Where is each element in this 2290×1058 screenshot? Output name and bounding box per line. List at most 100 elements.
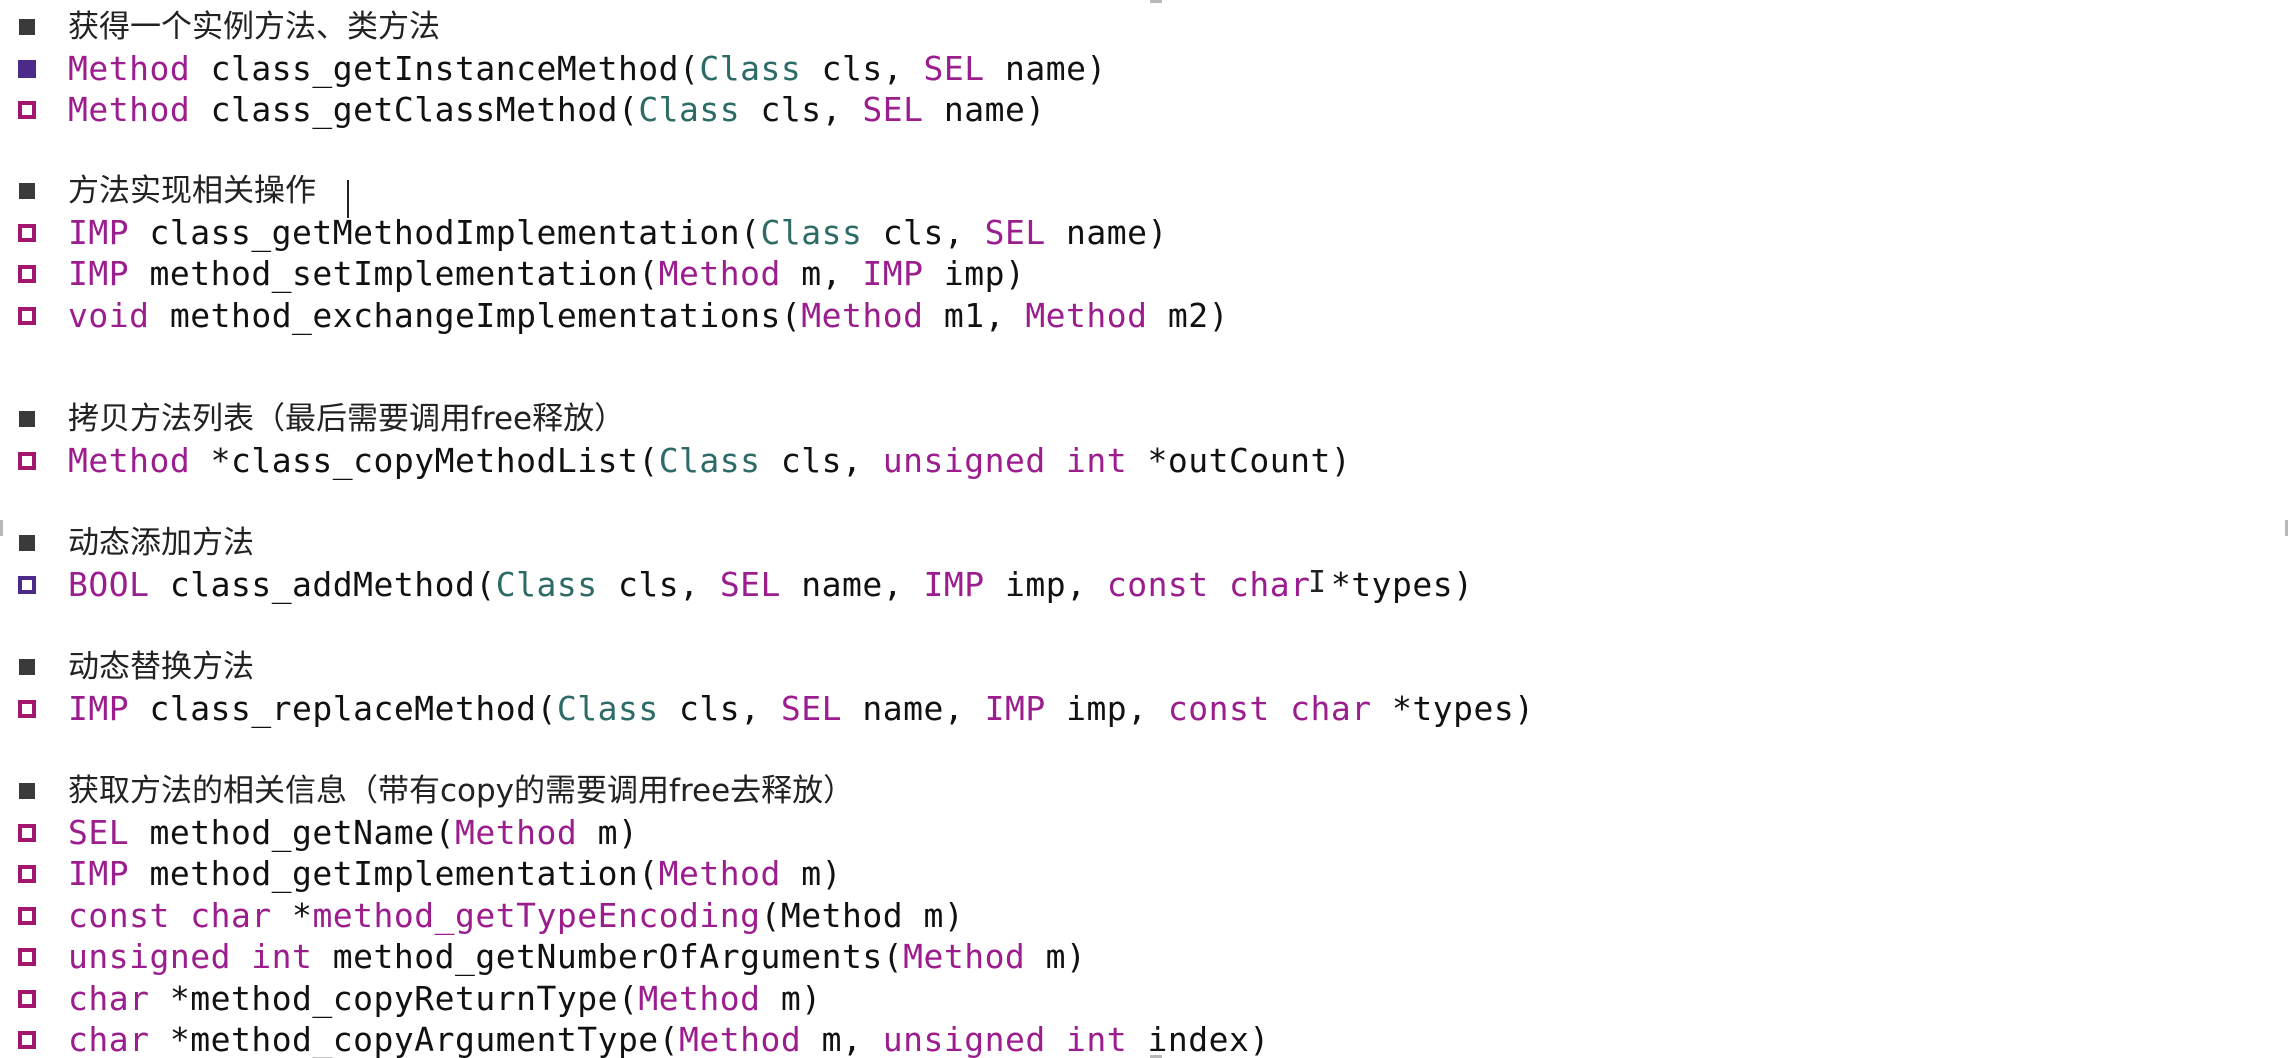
keyword-token: const char xyxy=(1167,688,1372,728)
keyword-token: Method xyxy=(68,440,191,480)
code-line-text: IMP method_getImplementation(Method m) xyxy=(68,853,842,895)
code-line-text: BOOL class_addMethod(Class cls, SEL name… xyxy=(68,564,1473,606)
slide-canvas: 获得一个实例方法、类方法 Method class_getInstanceMeth… xyxy=(0,0,2290,1058)
code-line-text: SEL method_getName(Method m) xyxy=(68,812,638,854)
code-token: method_getNumberOfArguments( xyxy=(312,937,904,976)
code-token: imp) xyxy=(923,254,1026,293)
section-heading-text: 方法实现相关操作 xyxy=(68,173,316,209)
code-line-text: IMP class_getMethodImplementation(Class … xyxy=(68,212,1168,254)
section-heading-text: 动态替换方法 xyxy=(68,649,254,685)
keyword-token: IMP xyxy=(923,564,985,604)
section-heading-text: 获得一个实例方法、类方法 xyxy=(68,9,440,45)
type-token: Class xyxy=(699,48,802,88)
code-token: cls, xyxy=(658,688,781,728)
section-heading-text: 动态添加方法 xyxy=(68,525,254,561)
keyword-token: IMP xyxy=(68,254,130,293)
code-token: method_getImplementation( xyxy=(129,854,659,893)
keyword-token: unsigned int xyxy=(882,1020,1128,1058)
filled-square-icon xyxy=(19,535,35,551)
code-token: class_replaceMethod( xyxy=(129,688,557,728)
code-line-text: char *method_copyArgumentType(Method m, … xyxy=(68,1019,1270,1058)
code-token: *types) xyxy=(1310,564,1474,604)
filled-square-icon xyxy=(18,59,36,78)
keyword-token: void xyxy=(68,295,150,335)
keyword-token: method_getTypeEncoding xyxy=(312,895,761,935)
keyword-token: IMP xyxy=(862,254,924,293)
code-token: class_getMethodImplementation( xyxy=(129,212,761,252)
code-token: imp, xyxy=(1045,688,1168,728)
keyword-token: Method xyxy=(679,1020,802,1058)
code-token: method_exchangeImplementations( xyxy=(149,295,802,335)
code-token: class_getClassMethod( xyxy=(190,90,639,129)
code-line-text: Method class_getClassMethod(Class cls, S… xyxy=(68,89,1046,131)
code-line-text: Method *class_copyMethodList(Class cls, … xyxy=(68,440,1351,482)
code-line-text: const char *method_getTypeEncoding(Metho… xyxy=(68,895,964,937)
code-token: * xyxy=(271,895,313,935)
keyword-token: Method xyxy=(638,978,761,1018)
type-token: Class xyxy=(638,90,741,129)
keyword-token: SEL xyxy=(984,212,1046,252)
keyword-token: Method xyxy=(658,854,781,893)
hollow-square-icon xyxy=(18,823,36,842)
code-token: m) xyxy=(1025,937,1087,976)
code-line-text: void method_exchangeImplementations(Meth… xyxy=(68,295,1229,337)
code-line-text: unsigned int method_getNumberOfArguments… xyxy=(68,936,1086,978)
code-token: name) xyxy=(1045,212,1168,252)
right-edge-handle xyxy=(2285,520,2288,536)
keyword-token: IMP xyxy=(68,212,130,252)
filled-square-icon xyxy=(19,19,35,35)
text-caret xyxy=(347,180,349,218)
keyword-token: IMP xyxy=(68,854,130,893)
code-line-text: IMP class_replaceMethod(Class cls, SEL n… xyxy=(68,688,1535,730)
hollow-square-icon xyxy=(18,948,36,966)
keyword-token: unsigned int xyxy=(882,440,1128,480)
code-token: cls, xyxy=(740,90,863,129)
code-token: *class_copyMethodList( xyxy=(190,440,659,480)
hollow-square-icon xyxy=(18,699,36,718)
type-token: Class xyxy=(495,564,598,604)
keyword-token: char xyxy=(68,978,150,1018)
keyword-token: Method xyxy=(68,48,191,88)
code-token: *method_copyArgumentType( xyxy=(149,1020,680,1058)
filled-square-icon xyxy=(19,183,35,199)
keyword-token: IMP xyxy=(984,688,1046,728)
keyword-token: Method xyxy=(658,254,781,293)
code-token: method_getName( xyxy=(129,812,455,852)
code-line-text: IMP method_setImplementation(Method m, I… xyxy=(68,253,1025,295)
hollow-square-icon xyxy=(18,989,36,1008)
keyword-token: char xyxy=(68,1020,150,1058)
left-edge-handle xyxy=(0,520,3,536)
keyword-token: const char xyxy=(1106,564,1311,604)
hollow-square-icon xyxy=(18,906,36,925)
keyword-token: Method xyxy=(801,295,924,335)
code-token: m, xyxy=(780,254,863,293)
filled-square-icon xyxy=(19,411,35,427)
keyword-token: const char xyxy=(68,895,272,935)
code-token: cls, xyxy=(862,212,985,252)
hollow-square-icon xyxy=(18,223,36,242)
code-token: m) xyxy=(760,978,822,1018)
code-token: name, xyxy=(780,564,924,604)
filled-square-icon xyxy=(19,783,35,799)
top-edge-handle xyxy=(1150,0,1162,3)
section-heading-text: 拷贝方法列表（最后需要调用free释放） xyxy=(68,401,626,437)
code-line-text: Method class_getInstanceMethod(Class cls… xyxy=(68,48,1107,90)
keyword-token: SEL xyxy=(862,90,924,129)
code-token: cls, xyxy=(760,440,883,480)
hollow-square-icon xyxy=(18,575,36,594)
hollow-square-icon xyxy=(18,101,36,119)
code-token: method_setImplementation( xyxy=(129,254,659,293)
code-token: name) xyxy=(923,90,1046,129)
text-cursor-icon: I xyxy=(1308,565,1327,600)
type-token: Class xyxy=(760,212,863,252)
keyword-token: unsigned int xyxy=(68,937,313,976)
code-token: cls, xyxy=(801,48,924,88)
code-token: index) xyxy=(1127,1020,1270,1058)
code-token: m1, xyxy=(923,295,1026,335)
code-token: *outCount) xyxy=(1127,440,1352,480)
keyword-token: SEL xyxy=(719,564,781,604)
code-token: m, xyxy=(801,1020,883,1058)
keyword-token: IMP xyxy=(68,688,130,728)
code-token: imp, xyxy=(984,564,1107,604)
keyword-token: SEL xyxy=(780,688,843,728)
